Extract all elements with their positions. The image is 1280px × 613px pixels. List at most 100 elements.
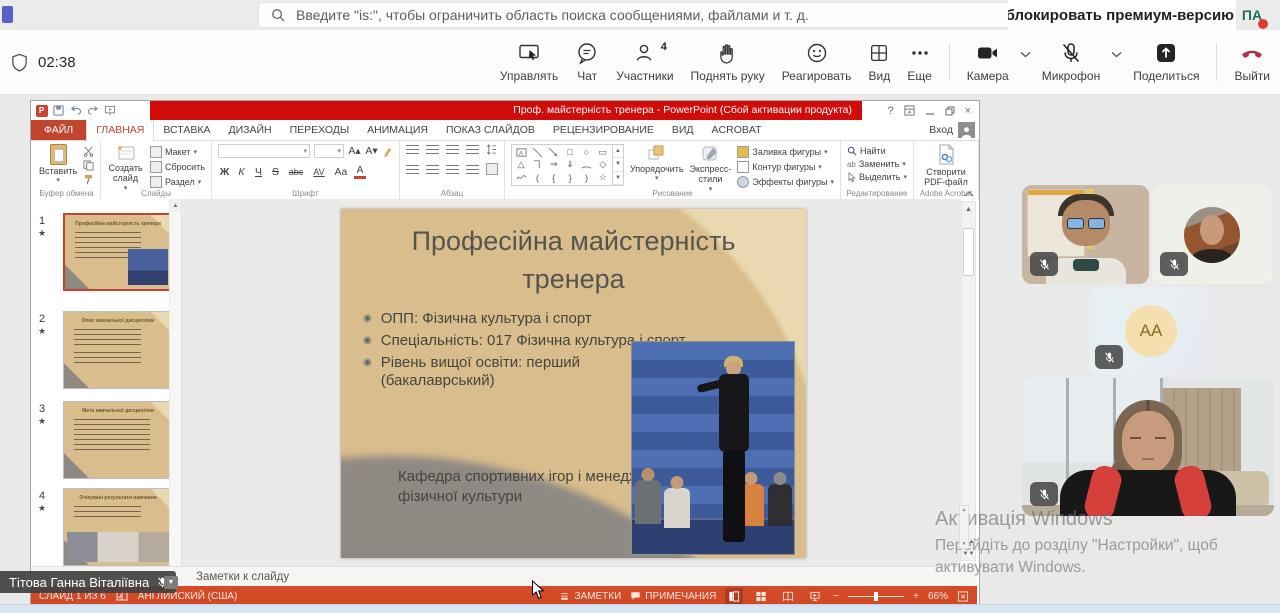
unlock-premium-button[interactable]: зблокировать премиум-версию [1008, 0, 1236, 30]
copy-button[interactable] [83, 160, 94, 171]
shape-ellipse-icon[interactable]: ○ [584, 147, 589, 157]
shape-paren-right-icon[interactable]: ) [585, 173, 588, 183]
minimize-button[interactable] [925, 106, 935, 116]
shape-arrow-right-icon[interactable]: ⇒ [550, 159, 558, 170]
participant-video-tile-1[interactable] [1022, 185, 1149, 284]
notes-toggle[interactable]: ЗАМЕТКИ [559, 591, 621, 602]
name-tag-chevron[interactable]: ▼ [164, 576, 178, 589]
thumbnail-image[interactable]: Очікувані результати навчання [63, 488, 173, 566]
view-slideshow-button[interactable] [806, 588, 824, 604]
thumbnail-slide-2[interactable]: 2★ Опис навчальної дисципліни [33, 311, 179, 395]
participants-button[interactable]: 4 Участники [616, 41, 673, 83]
shape-effects-button[interactable]: Эффекты фигуры▾ [737, 176, 834, 188]
tab-insert[interactable]: ВСТАВКА [154, 120, 219, 140]
shape-arrow-down-icon[interactable]: ⇓ [566, 159, 574, 170]
ribbon-options-button[interactable] [904, 105, 915, 116]
restore-button[interactable] [945, 106, 955, 116]
view-normal-button[interactable] [725, 588, 743, 604]
scroll-up-icon[interactable]: ▲ [170, 199, 181, 212]
thumbnail-image[interactable]: Опис навчальної дисципліни [63, 311, 173, 389]
tab-slideshow[interactable]: ПОКАЗ СЛАЙДОВ [437, 120, 544, 140]
clear-format-icon[interactable] [382, 146, 393, 157]
search-input[interactable]: Введите "is:", чтобы ограничить область … [258, 2, 1010, 28]
participant-video-tile-2[interactable] [1152, 185, 1272, 284]
zoom-slider[interactable] [848, 596, 904, 597]
scroll-down-icon[interactable]: ▼ [962, 541, 967, 547]
shape-rect-icon[interactable]: □ [567, 147, 572, 157]
slide-title[interactable]: Професійна майстерність тренера [369, 223, 778, 299]
participant-video-tile-3[interactable]: AA [1089, 287, 1213, 375]
slide-photo[interactable] [631, 341, 795, 555]
underline-button[interactable]: Ч [252, 166, 265, 178]
shape-arc-icon[interactable] [581, 159, 592, 170]
line-spacing-button[interactable] [486, 144, 497, 155]
mic-button[interactable]: Микрофон [1042, 41, 1100, 83]
columns-button[interactable] [486, 163, 498, 175]
tab-transitions[interactable]: ПЕРЕХОДЫ [281, 120, 359, 140]
more-button[interactable]: Еще [907, 41, 931, 83]
shape-star-icon[interactable]: ☆ [599, 172, 607, 183]
zoom-in-button[interactable]: + [913, 591, 919, 602]
gallery-more-icon[interactable]: ▼ [613, 172, 623, 185]
participant-video-tile-4[interactable] [1022, 378, 1274, 516]
undo-icon[interactable] [69, 104, 82, 117]
gallery-up-icon[interactable]: ▲ [613, 145, 623, 158]
paste-button[interactable]: Вставить ▾ [39, 144, 77, 185]
replace-button[interactable]: abЗаменить▾ [847, 159, 907, 169]
shape-diamond-icon[interactable]: ◇ [599, 159, 606, 170]
fit-to-window-icon[interactable] [957, 591, 969, 602]
profile-avatar[interactable]: ПА [1238, 3, 1266, 27]
cut-button[interactable] [83, 146, 94, 157]
thumbnail-scrollbar[interactable]: ▲ [169, 199, 181, 566]
increase-indent-button[interactable] [466, 145, 479, 154]
raise-hand-button[interactable]: Поднять руку [691, 41, 765, 83]
sign-in[interactable]: Вход [929, 120, 979, 140]
font-color-button[interactable]: A [354, 164, 366, 179]
change-case-button[interactable]: Aa [332, 166, 350, 178]
save-icon[interactable] [52, 104, 65, 117]
react-button[interactable]: Реагировать [782, 41, 852, 83]
camera-button[interactable]: Камера [967, 41, 1009, 83]
shape-triangle-icon[interactable]: △ [518, 159, 525, 170]
italic-button[interactable]: К [235, 166, 248, 178]
justify-button[interactable] [466, 165, 479, 174]
tab-acrobat[interactable]: ACROBAT [703, 120, 771, 140]
align-left-button[interactable] [406, 165, 419, 174]
shape-scribble-icon[interactable] [516, 172, 527, 183]
notes-placeholder[interactable]: Заметки к слайду [196, 567, 289, 587]
view-reading-button[interactable] [779, 588, 797, 604]
mini-scrollbar[interactable]: ▲▼ [959, 505, 969, 549]
shape-brace-right-icon[interactable]: } [569, 173, 572, 183]
strikethrough-button[interactable]: S [269, 166, 282, 178]
shape-rounded-rect-icon[interactable]: ▭ [599, 147, 608, 158]
font-size-select[interactable]: ▾ [314, 144, 344, 158]
tab-file[interactable]: ФАЙЛ [31, 120, 86, 140]
layout-button[interactable]: Макет▾ [150, 146, 205, 158]
thumbnail-slide-1[interactable]: 1★ Професійна майстерність тренера [33, 213, 179, 297]
gallery-down-icon[interactable]: ▼ [613, 158, 623, 171]
view-button[interactable]: Вид [868, 41, 890, 83]
thumbnail-slide-4[interactable]: 4★ Очікувані результати навчання [33, 488, 179, 566]
create-pdf-button[interactable]: Створити PDF-файл [920, 144, 972, 188]
section-button[interactable]: Раздел▾ [150, 176, 205, 188]
shape-brace-left-icon[interactable]: { [552, 173, 555, 183]
tab-animations[interactable]: АНИМАЦИЯ [358, 120, 437, 140]
abc-strike-button[interactable]: abc [286, 167, 306, 177]
thumbnail-image[interactable]: Професійна майстерність тренера [63, 213, 173, 291]
shape-fill-button[interactable]: Заливка фигуры▾ [737, 146, 834, 158]
select-button[interactable]: Выделить▾ [847, 172, 907, 182]
mic-chevron[interactable] [1111, 42, 1122, 66]
zoom-level[interactable]: 66% [928, 591, 948, 602]
scroll-up-icon[interactable]: ▲ [962, 202, 975, 216]
increase-font-icon[interactable]: A▴ [348, 145, 361, 157]
decrease-indent-button[interactable] [446, 145, 459, 154]
shape-textbox-icon[interactable]: A [516, 147, 527, 158]
redo-icon[interactable] [86, 104, 99, 117]
new-slide-button[interactable]: Создать слайд ▾ [107, 144, 144, 193]
paste-dropdown[interactable]: ▾ [56, 177, 60, 185]
bullets-button[interactable] [406, 145, 419, 154]
collapse-ribbon-icon[interactable] [964, 191, 974, 197]
view-sorter-button[interactable] [752, 588, 770, 604]
format-painter-button[interactable] [83, 174, 94, 185]
camera-chevron[interactable] [1020, 42, 1031, 66]
